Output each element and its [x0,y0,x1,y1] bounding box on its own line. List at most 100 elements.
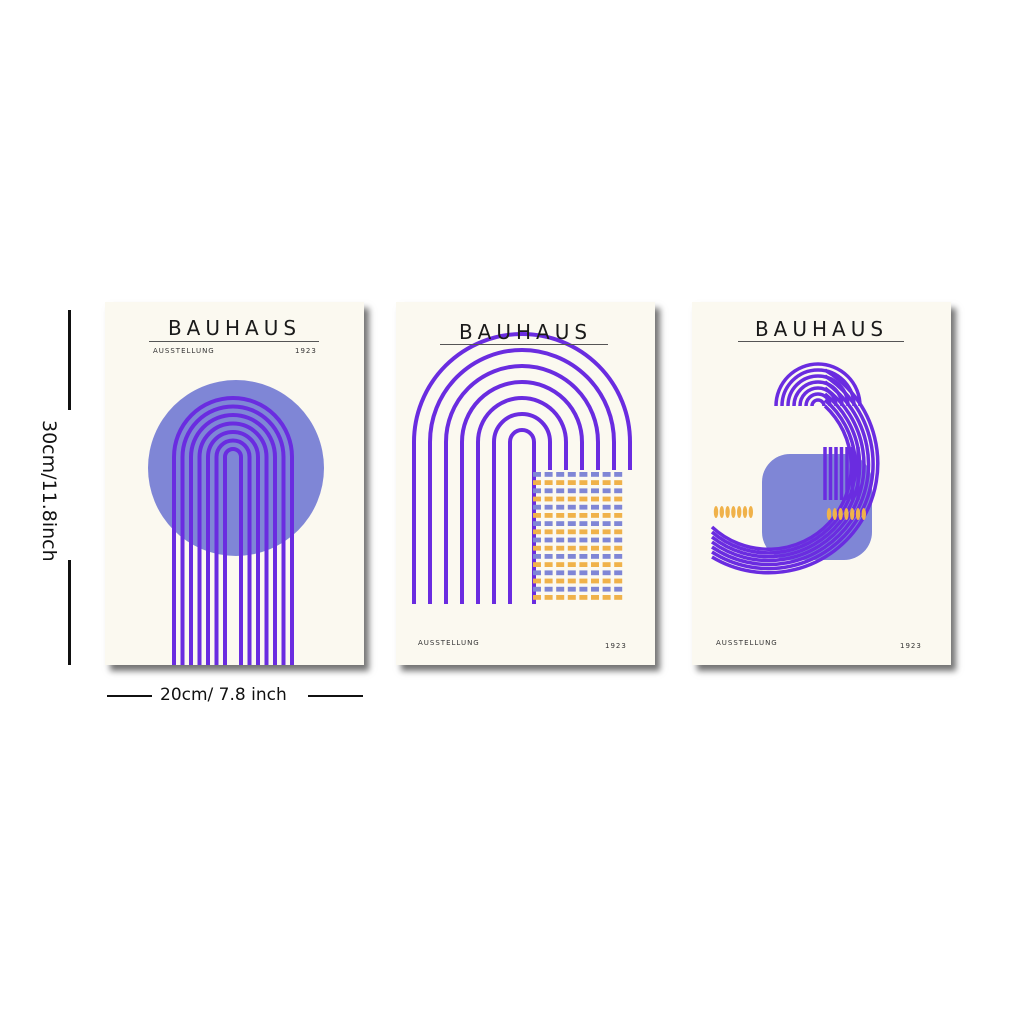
poster-2-grid-dash [579,521,588,526]
poster-2-grid-dash [579,545,588,551]
poster-2-grid-dash [614,513,623,518]
poster-2-grid-dash [602,554,611,559]
poster-1-artwork [148,380,324,665]
poster-2-grid-dash [556,521,565,526]
poster-2-grid-dash [614,521,623,526]
poster-2-grid-dash [533,537,541,543]
poster-2-grid-dash [567,496,576,502]
poster-1-year: 1923 [295,347,317,355]
poster-3-seed-right [832,508,837,520]
poster-2-grid-dash [591,496,599,502]
poster-2-grid-dash [533,562,541,567]
poster-2-grid-dash [591,529,599,535]
poster-2-grid-dash [544,570,553,576]
poster-2-grid-dash [556,570,565,576]
poster-2-grid-dash [567,554,576,559]
poster-2-grid-dash [556,586,565,592]
poster-2: BAUHAUS AUSSTELLUNG 1923 [396,302,655,665]
poster-3-seed-left [737,506,742,518]
poster-2-grid-dash [614,537,623,543]
poster-2-grid-dash [567,480,576,485]
poster-2-grid-dash [544,578,553,584]
poster-2-grid-dash [567,472,576,477]
poster-2-grid-dash [544,488,553,494]
poster-2-grid-dash [614,562,623,567]
poster-2-grid-dash [567,562,576,567]
poster-2-grid-dash [602,472,611,477]
poster-2-grid-dash [614,480,623,485]
poster-2-grid-dash [591,562,599,567]
poster-2-grid-dash [533,480,541,485]
poster-2-grid-dash [602,537,611,543]
poster-2-grid-dash [614,504,623,510]
poster-2-year: 1923 [605,642,627,650]
poster-2-grid-dash [544,586,553,592]
poster-3-seed-left [725,506,730,518]
poster-2-grid-dash [602,586,611,592]
poster-2-grid-dash [567,570,576,576]
poster-3-title-rule [738,341,904,342]
poster-2-grid-dash [556,488,565,494]
poster-2-grid-dash [533,554,541,559]
poster-2-grid-dash [602,578,611,584]
poster-2-grid-dash [591,537,599,543]
poster-2-grid-dash [544,513,553,518]
poster-3-seed-right [855,508,861,520]
poster-2-grid-dash [567,513,576,518]
poster-2-grid-dash [602,545,611,551]
poster-2-grid-dash [533,595,541,600]
poster-2-grid-dash [602,513,611,518]
poster-3-subtitle: AUSSTELLUNG [716,639,778,647]
poster-2-grid-dash [544,554,553,559]
poster-2-grid-dash [614,529,623,535]
poster-2-grid-dash [579,537,588,543]
poster-2-grid-dash [533,545,541,551]
poster-2-grid-dash [556,545,565,551]
poster-2-grid-dash [567,578,576,584]
poster-3-seed-right [850,508,855,520]
poster-2-grid-dash [591,578,599,584]
poster-2-title-rule [440,344,608,345]
width-dimension-label: 20cm/ 7.8 inch [160,685,287,705]
poster-3-seed-left [742,506,748,518]
poster-2-grid-dash [591,521,599,526]
poster-3-seed-right [844,508,849,520]
poster-2-grid-dash [544,521,553,526]
poster-2-grid-dash [567,595,576,600]
poster-2-grid-dash [614,586,623,592]
poster-2-grid-dash [602,570,611,576]
poster-2-grid-dash [602,496,611,502]
poster-2-grid-dash [579,554,588,559]
poster-1: BAUHAUS AUSSTELLUNG 1923 [105,302,364,665]
poster-2-grid-dash [567,488,576,494]
poster-1-title: BAUHAUS [167,316,302,340]
poster-2-grid-dash [614,496,623,502]
poster-2-grid-dash [544,472,553,477]
poster-2-grid-dash [602,521,611,526]
poster-2-grid-dash [591,545,599,551]
poster-2-grid-dash [579,513,588,518]
poster-2-grid-dash [602,562,611,567]
poster-2-grid-dash [533,504,541,510]
poster-2-grid-dash [567,586,576,592]
poster-2-arch-line [508,428,536,604]
poster-2-grid-dash [579,578,588,584]
poster-2-grid-dash [579,488,588,494]
poster-2-grid-dash [556,513,565,518]
poster-2-grid-dash [579,570,588,576]
poster-2-grid-dash [579,562,588,567]
poster-3-artwork [710,362,880,575]
poster-2-grid-dash [544,545,553,551]
poster-2-grid-dash [556,472,565,477]
poster-2-grid-dash [533,586,541,592]
poster-2-grid-dash [556,480,565,485]
poster-2-grid-dash [614,554,623,559]
poster-2-grid-dash [591,586,599,592]
poster-2-grid-dash [567,504,576,510]
poster-3-top-spiral [810,398,826,407]
poster-2-grid-dash [579,586,588,592]
poster-2-grid-dash [533,529,541,535]
poster-2-grid-dash [602,488,611,494]
poster-2-title: BAUHAUS [458,320,593,344]
poster-2-grid-dash [591,504,599,510]
